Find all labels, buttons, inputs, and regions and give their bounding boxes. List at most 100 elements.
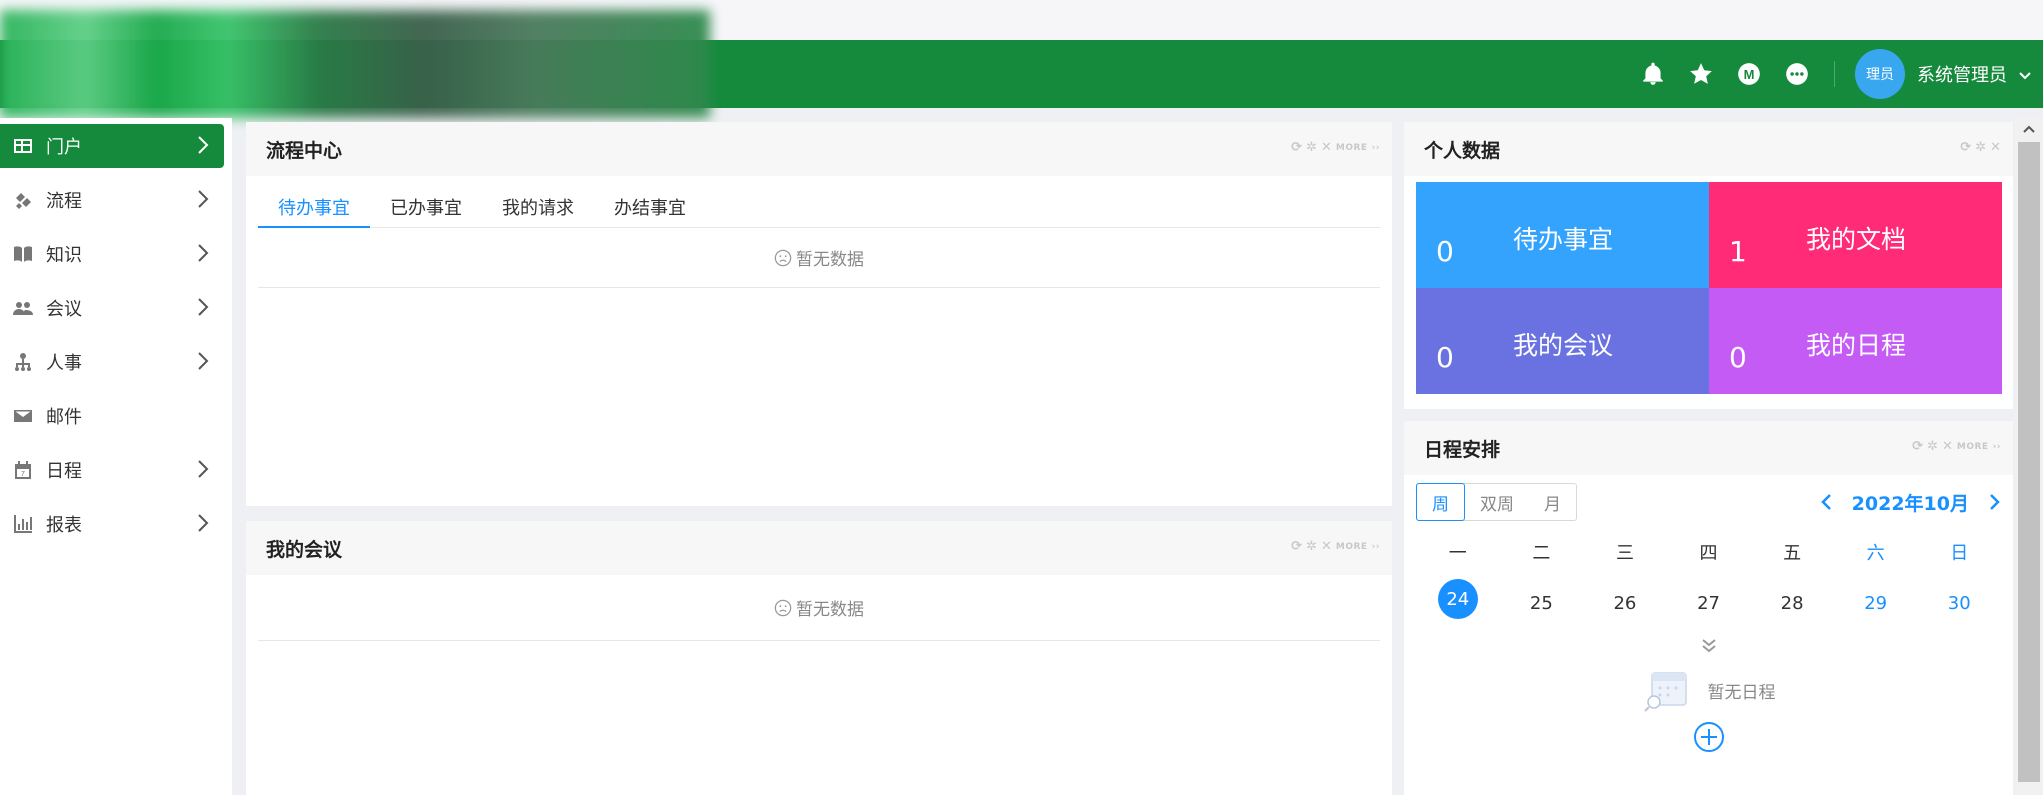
page-scrollbar[interactable]: [2015, 118, 2043, 795]
date-cell[interactable]: 28: [1750, 587, 1834, 619]
tab-todo[interactable]: 待办事宜: [258, 186, 370, 228]
sidebar-item-portal[interactable]: 门户: [0, 124, 224, 168]
m-circle-icon[interactable]: M: [1734, 59, 1764, 89]
tile-meetings[interactable]: 我的会议 0: [1416, 288, 1709, 394]
bell-icon[interactable]: [1638, 59, 1668, 89]
panel-header: 日程安排 ⟳ ✲ ✕ MORE ››: [1404, 421, 2013, 475]
tile-todo[interactable]: 待办事宜 0: [1416, 182, 1709, 288]
sidebar-item-label: 流程: [46, 191, 82, 212]
sidebar-item-workflow[interactable]: 流程: [0, 178, 224, 222]
date-cell[interactable]: 27: [1667, 587, 1751, 619]
date-cell[interactable]: 25: [1500, 587, 1584, 619]
bar-chart-icon: [12, 513, 34, 535]
sidebar-item-label: 人事: [46, 353, 82, 374]
tab-completed[interactable]: 办结事宜: [594, 186, 706, 227]
empty-state: 暂无数据: [258, 575, 1380, 641]
view-two-week-button[interactable]: 双周: [1465, 484, 1529, 520]
chevron-right-icon: [196, 458, 210, 480]
double-chevron-down-icon: [1701, 639, 1716, 653]
refresh-icon[interactable]: ⟳: [1960, 140, 1971, 155]
more-link[interactable]: MORE: [1957, 442, 1989, 452]
stat-tiles: 待办事宜 0 我的文档 1 我的会议 0 我的日程 0: [1416, 182, 2013, 394]
chevron-right-icon: [196, 242, 210, 264]
close-icon[interactable]: ✕: [1321, 539, 1332, 554]
expand-toggle[interactable]: [1404, 637, 2013, 655]
empty-schedule: 暂无日程: [1404, 665, 2013, 715]
sidebar-item-hr[interactable]: 人事: [0, 340, 224, 384]
close-icon[interactable]: ✕: [1990, 140, 2001, 155]
more-dots-icon[interactable]: [1782, 59, 1812, 89]
sidebar-item-label: 邮件: [46, 407, 82, 428]
star-icon[interactable]: [1686, 59, 1716, 89]
panel-title: 个人数据: [1424, 139, 1501, 162]
weekday-label: 一: [1448, 543, 1467, 564]
date-cell-today[interactable]: 24: [1416, 579, 1500, 619]
workflow-panel: 流程中心 ⟳ ✲ ✕ MORE ›› 待办事宜 已办事宜 我的请求 办结事宜 暂…: [246, 122, 1392, 506]
close-icon[interactable]: ✕: [1942, 439, 1953, 454]
tab-my-requests[interactable]: 我的请求: [482, 186, 594, 227]
tile-label: 我的会议: [1513, 331, 1614, 360]
workflow-icon: [12, 189, 34, 211]
close-icon[interactable]: ✕: [1321, 140, 1332, 155]
date-cell[interactable]: 26: [1583, 587, 1667, 619]
date-cell[interactable]: 30: [1917, 587, 2001, 619]
date-number: 25: [1529, 592, 1553, 614]
refresh-icon[interactable]: ⟳: [1291, 539, 1302, 554]
sidebar-item-label: 日程: [46, 461, 82, 482]
tab-done[interactable]: 已办事宜: [370, 186, 482, 227]
weekday-label: 二: [1532, 543, 1551, 564]
more-link[interactable]: MORE: [1336, 143, 1368, 153]
meeting-panel: 我的会议 ⟳ ✲ ✕ MORE ›› 暂无数据: [246, 521, 1392, 795]
view-week-button[interactable]: 周: [1416, 483, 1465, 521]
sidebar-item-schedule[interactable]: 7 日程: [0, 448, 224, 492]
refresh-icon[interactable]: ⟳: [1912, 439, 1923, 454]
avatar[interactable]: 理员: [1855, 49, 1905, 99]
plus-circle-icon: [1693, 722, 1724, 752]
mail-icon: [12, 405, 34, 427]
tile-documents[interactable]: 我的文档 1: [1709, 182, 2002, 288]
panel-title: 日程安排: [1424, 438, 1501, 461]
empty-state: 暂无数据: [258, 228, 1380, 288]
panel-tools: ⟳ ✲ ✕: [1960, 140, 2001, 155]
date-number: 27: [1697, 592, 1720, 614]
weekday-label: 四: [1699, 543, 1718, 564]
tile-count: 0: [1436, 235, 1454, 268]
dashboard-icon: [12, 135, 34, 157]
chevron-down-icon[interactable]: [2019, 65, 2031, 84]
date-number: 24: [1437, 579, 1478, 619]
view-month-button[interactable]: 月: [1529, 484, 1576, 520]
more-link[interactable]: MORE: [1336, 542, 1368, 552]
sidebar-item-knowledge[interactable]: 知识: [0, 232, 224, 276]
weekday-label: 日: [1950, 543, 1969, 564]
gear-icon[interactable]: ✲: [1975, 140, 1986, 155]
add-schedule-button[interactable]: [1404, 721, 2013, 753]
gear-icon[interactable]: ✲: [1306, 539, 1317, 554]
sidebar-item-label: 知识: [46, 245, 82, 266]
scrollbar-thumb[interactable]: [2018, 142, 2040, 782]
scroll-up-icon[interactable]: [2022, 124, 2036, 134]
username-label[interactable]: 系统管理员: [1917, 61, 2007, 87]
weekday-label: 五: [1783, 543, 1802, 564]
tile-label: 我的文档: [1806, 225, 1907, 254]
sidebar-item-mail[interactable]: 邮件: [0, 394, 224, 438]
tile-count: 0: [1436, 341, 1454, 374]
date-cell[interactable]: 29: [1834, 587, 1918, 619]
panel-tools: ⟳ ✲ ✕ MORE ››: [1291, 140, 1380, 155]
double-chevron-right-icon[interactable]: ››: [1372, 143, 1380, 153]
double-chevron-right-icon[interactable]: ››: [1993, 442, 2001, 452]
workflow-tabs: 待办事宜 已办事宜 我的请求 办结事宜: [258, 186, 1380, 228]
chevron-left-icon[interactable]: [1820, 493, 1834, 511]
gear-icon[interactable]: ✲: [1306, 140, 1317, 155]
tile-schedule[interactable]: 我的日程 0: [1709, 288, 2002, 394]
weekday-label: 三: [1615, 543, 1634, 564]
sidebar-item-reports[interactable]: 报表: [0, 502, 224, 546]
view-switcher: 周 双周 月: [1416, 483, 1577, 521]
tile-count: 1: [1729, 235, 1747, 268]
refresh-icon[interactable]: ⟳: [1291, 140, 1302, 155]
gear-icon[interactable]: ✲: [1927, 439, 1938, 454]
sidebar-item-meeting[interactable]: 会议: [0, 286, 224, 330]
chevron-right-icon[interactable]: [1987, 493, 2001, 511]
double-chevron-right-icon[interactable]: ››: [1372, 542, 1380, 552]
schedule-panel: 日程安排 ⟳ ✲ ✕ MORE ›› 周 双周 月 2022年10月 一 二 三…: [1404, 421, 2013, 795]
date-row: 24 25 26 27 28 29 30: [1416, 579, 2001, 619]
